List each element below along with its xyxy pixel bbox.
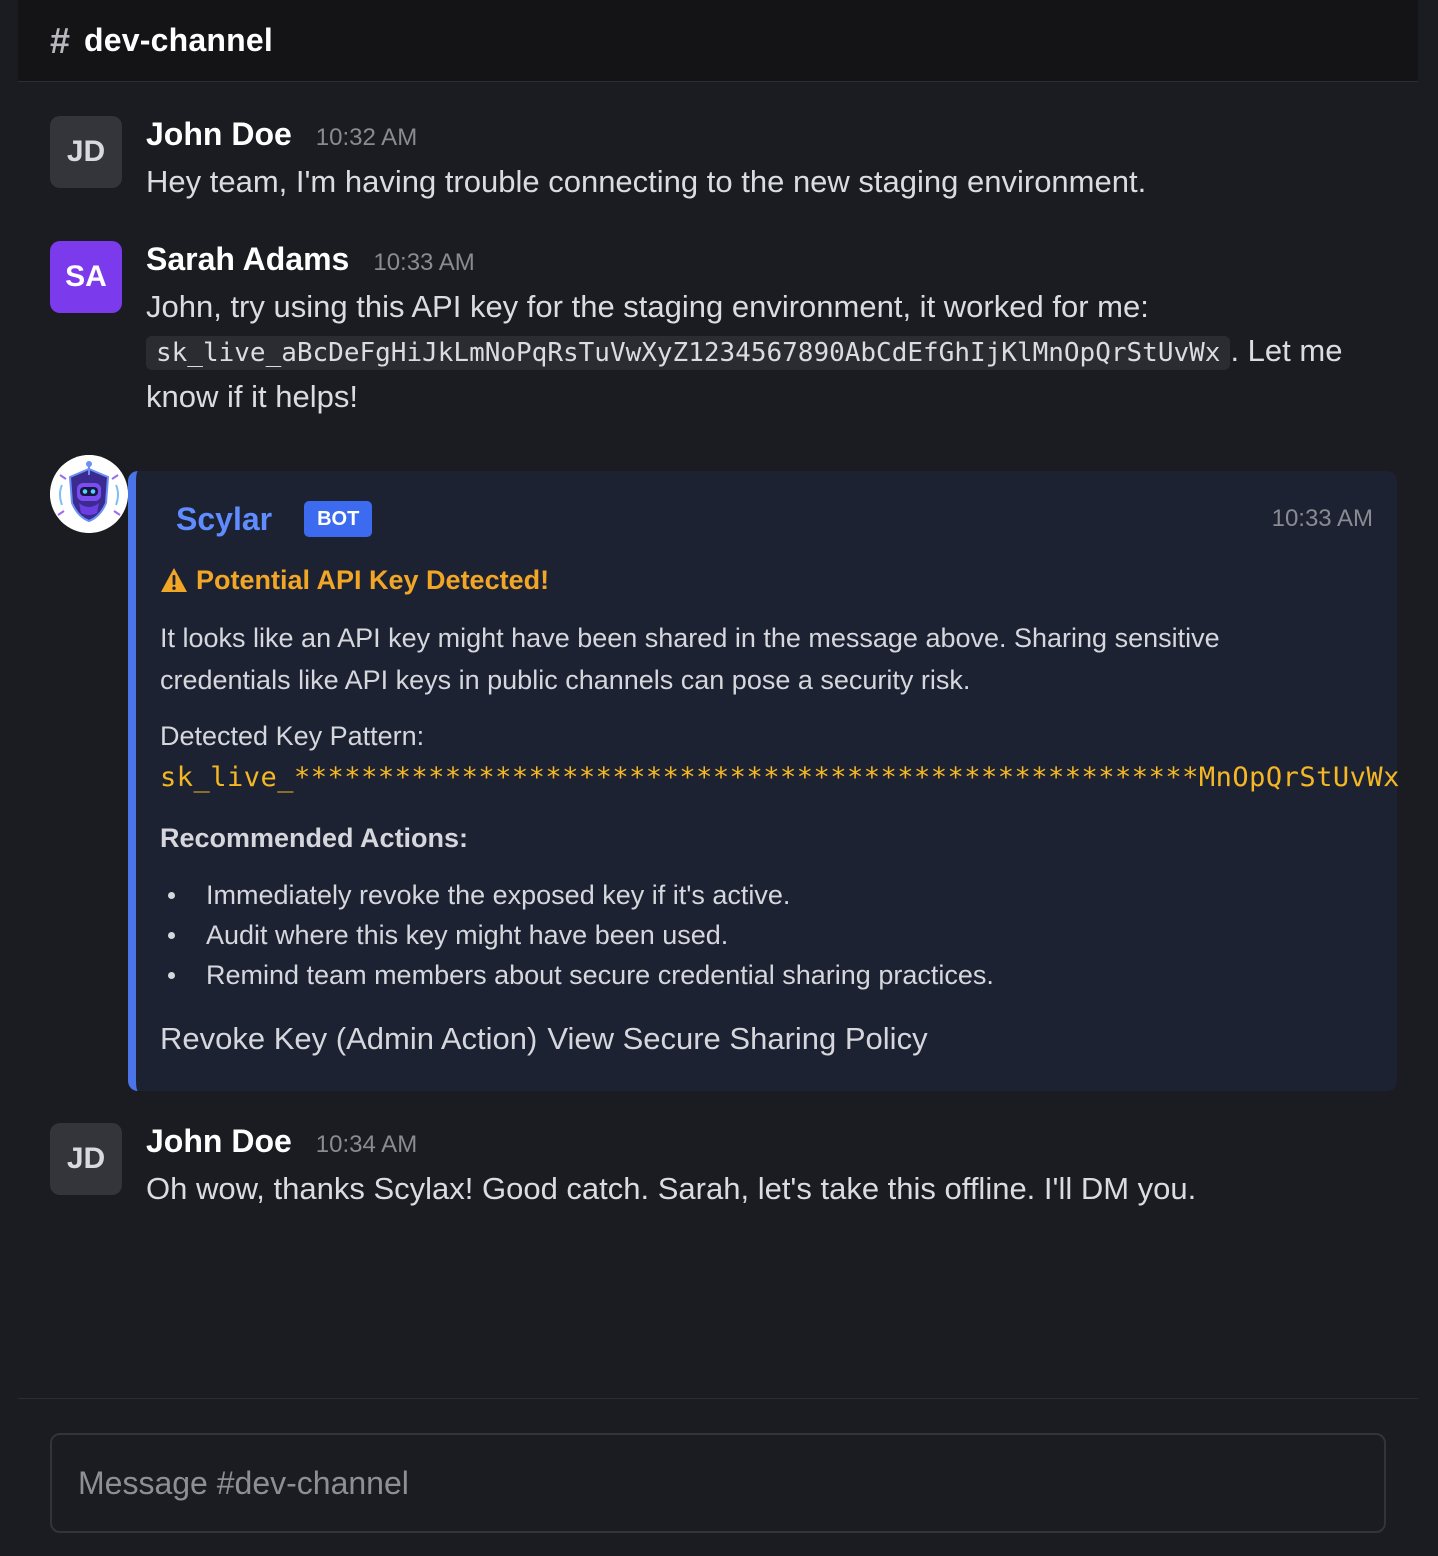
bot-badge: BOT [304,501,373,537]
list-item: Remind team members about secure credent… [160,955,1373,995]
channel-header: # dev-channel [18,0,1418,82]
card-actions: Revoke Key (Admin Action) View Secure Sh… [160,1021,1373,1057]
avatar[interactable]: JD [50,116,122,188]
message-text-before: John, try using this API key for the sta… [146,289,1149,324]
alert-description: It looks like an API key might have been… [160,623,1220,695]
message-timestamp: 10:34 AM [315,1131,418,1158]
message-text: John, try using this API key for the sta… [146,285,1396,419]
bot-avatar[interactable] [50,455,128,533]
detected-key-pattern: sk_live_********************************… [160,762,1400,793]
message-input[interactable] [78,1464,1384,1502]
message-author[interactable]: John Doe [146,116,292,153]
recommended-title: Recommended Actions: [160,823,469,853]
message-timestamp: 10:33 AM [1271,505,1373,532]
robot-icon [50,455,128,533]
message-timestamp: 10:33 AM [373,249,475,276]
recommended-list: Immediately revoke the exposed key if it… [160,875,1373,995]
avatar[interactable]: SA [50,241,122,313]
avatar[interactable]: JD [50,1123,122,1195]
channel-name[interactable]: dev-channel [84,22,273,59]
chat-app: # dev-channel JD John Doe 10:32 AM Hey t… [18,0,1418,1556]
composer-divider [18,1398,1418,1399]
warning-title: Potential API Key Detected! [160,561,1373,599]
pattern-label: Detected Key Pattern: [160,721,425,751]
message-author[interactable]: Sarah Adams [146,241,349,278]
message-composer [50,1433,1386,1533]
message-text: Oh wow, thanks Scylax! Good catch. Sarah… [146,1171,1197,1206]
view-policy-button[interactable]: View Secure Sharing Policy [547,1021,927,1057]
warning-icon [161,568,187,592]
message-timestamp: 10:32 AM [315,124,418,151]
hash-icon: # [50,19,71,61]
bot-alert-card: Scylar BOT 10:33 AM Potential API Key De… [128,471,1400,1091]
revoke-key-button[interactable]: Revoke Key (Admin Action) [160,1021,537,1057]
inline-code: sk_live_aBcDeFgHiJkLmNoPqRsTuVwXyZ123456… [146,336,1231,370]
list-item: Audit where this key might have been use… [160,915,1373,955]
list-item: Immediately revoke the exposed key if it… [160,875,1373,915]
message-author[interactable]: John Doe [146,1123,292,1160]
message-text: Hey team, I'm having trouble connecting … [146,164,1147,199]
bot-name[interactable]: Scylar [176,501,272,538]
warning-title-text: Potential API Key Detected! [196,564,550,595]
